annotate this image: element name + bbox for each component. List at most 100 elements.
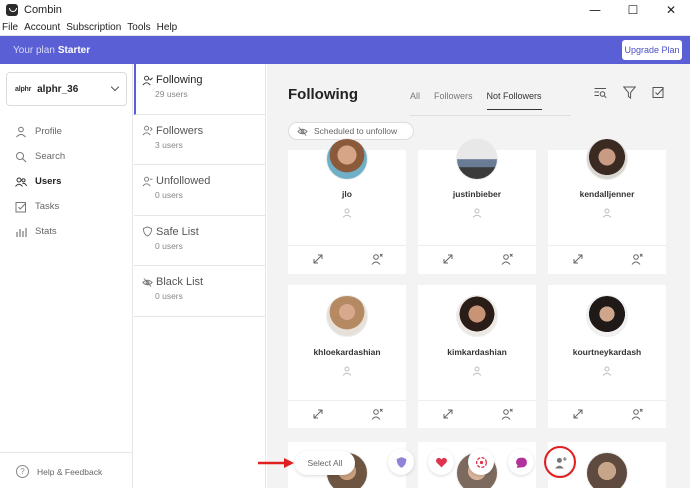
sidebar-item-profile[interactable]: Profile xyxy=(0,119,133,144)
menu-account[interactable]: Account xyxy=(21,22,63,33)
unfollow-button[interactable] xyxy=(477,246,536,272)
eye-off-icon xyxy=(297,126,308,136)
account-selector[interactable]: alphr alphr_36 xyxy=(6,72,127,106)
select-all-button[interactable]: Select All xyxy=(295,451,355,475)
category-count: 0 users xyxy=(155,190,183,200)
toolbar xyxy=(594,86,681,99)
tab-all[interactable]: All xyxy=(410,91,420,110)
sidebar-item-search[interactable]: Search xyxy=(0,144,133,169)
category-black-list[interactable]: Black List 0 users xyxy=(134,266,265,317)
user-card[interactable]: kendalljenner xyxy=(548,138,666,274)
safe-list-button[interactable] xyxy=(388,449,414,475)
arrow-annotation-icon xyxy=(258,458,294,468)
sidebar: alphr alphr_36 Profile Search Users Task… xyxy=(0,64,133,488)
unfollow-button[interactable] xyxy=(347,246,406,272)
plan-bar: Your plan Starter Upgrade Plan xyxy=(0,36,690,64)
sidebar-item-stats[interactable]: Stats xyxy=(0,219,133,244)
category-safe-list[interactable]: Safe List 0 users xyxy=(134,216,265,266)
user-card[interactable]: justinbieber xyxy=(418,138,536,274)
menu-subscription[interactable]: Subscription xyxy=(63,22,124,33)
sort-search-icon[interactable] xyxy=(594,86,607,99)
menu-tools[interactable]: Tools xyxy=(124,22,153,33)
plan-label: Your plan xyxy=(13,44,55,56)
username: kimkardashian xyxy=(447,347,507,357)
person-icon xyxy=(16,126,26,137)
category-followers[interactable]: Followers 3 users xyxy=(134,115,265,165)
unfollow-button[interactable] xyxy=(607,246,666,272)
plan-name: Starter xyxy=(57,44,91,56)
close-button[interactable]: ✕ xyxy=(652,0,690,20)
story-button[interactable] xyxy=(468,449,494,475)
avatar xyxy=(586,138,628,180)
app-logo-icon xyxy=(6,4,18,16)
expand-button[interactable] xyxy=(418,246,477,272)
expand-button[interactable] xyxy=(418,401,477,427)
expand-icon xyxy=(573,254,582,264)
category-following[interactable]: Following 29 users xyxy=(134,64,265,115)
maximize-button[interactable]: ☐ xyxy=(614,0,652,20)
user-card[interactable]: kourtneykardash xyxy=(548,285,666,428)
unfollowed-icon xyxy=(142,176,153,186)
category-panel: Following 29 users Followers 3 users Unf… xyxy=(134,64,266,488)
checkbox-icon[interactable] xyxy=(652,86,665,99)
user-remove-icon xyxy=(371,253,383,265)
user-card[interactable]: jlo xyxy=(288,138,406,274)
sidebar-item-tasks[interactable]: Tasks xyxy=(0,194,133,219)
tab-followers[interactable]: Followers xyxy=(434,91,473,110)
help-label: Help & Feedback xyxy=(37,466,103,477)
card-actions xyxy=(288,245,406,272)
category-title: Following xyxy=(156,74,203,86)
user-remove-icon xyxy=(501,408,513,420)
card-actions xyxy=(288,400,406,427)
user-card[interactable]: khloekardashian xyxy=(288,285,406,428)
username: kourtneykardash xyxy=(572,347,642,357)
expand-icon xyxy=(313,409,322,419)
expand-button[interactable] xyxy=(548,401,607,427)
menu-file[interactable]: File xyxy=(0,22,21,33)
minimize-button[interactable]: — xyxy=(576,0,614,20)
sidebar-item-label: Profile xyxy=(35,126,62,137)
category-unfollowed[interactable]: Unfollowed 0 users xyxy=(134,165,265,216)
category-title: Followers xyxy=(156,124,204,137)
menu-bar: File Account Subscription Tools Help xyxy=(0,20,690,36)
comment-button[interactable] xyxy=(508,449,534,475)
avatar xyxy=(326,138,368,180)
category-title: Black List xyxy=(156,276,204,288)
expand-button[interactable] xyxy=(288,246,347,272)
expand-icon xyxy=(443,254,452,264)
menu-help[interactable]: Help xyxy=(154,22,181,33)
users-icon xyxy=(15,177,27,187)
expand-button[interactable] xyxy=(288,401,347,427)
username: jlo xyxy=(342,189,352,199)
help-feedback-link[interactable]: ? Help & Feedback xyxy=(16,465,102,478)
unfollow-button[interactable] xyxy=(607,401,666,427)
like-button[interactable] xyxy=(428,449,454,475)
category-count: 3 users xyxy=(155,139,183,150)
expand-button[interactable] xyxy=(548,246,607,272)
sidebar-item-users[interactable]: Users xyxy=(0,169,133,194)
upgrade-plan-button[interactable]: Upgrade Plan xyxy=(622,40,682,60)
unfollow-button[interactable] xyxy=(477,401,536,427)
user-remove-icon xyxy=(631,408,643,420)
tab-not-followers[interactable]: Not Followers xyxy=(486,91,542,110)
person-icon xyxy=(342,208,352,218)
eye-off-icon xyxy=(142,277,153,287)
filter-tabs: All Followers Not Followers xyxy=(410,91,556,110)
avatar xyxy=(326,295,368,337)
sidebar-divider xyxy=(0,452,133,453)
expand-icon xyxy=(313,254,322,264)
scheduled-to-unfollow-chip[interactable]: Scheduled to unfollow xyxy=(288,122,414,140)
highlight-ring-annotation xyxy=(544,446,576,478)
followers-icon xyxy=(142,125,153,136)
sidebar-item-label: Users xyxy=(35,176,62,187)
username: justinbieber xyxy=(452,189,502,199)
filter-icon[interactable] xyxy=(623,86,636,99)
user-card[interactable]: kimkardashian xyxy=(418,285,536,428)
category-title: Safe List xyxy=(156,225,199,238)
unfollow-button[interactable] xyxy=(347,401,406,427)
page-title: Following xyxy=(288,86,358,103)
user-remove-icon xyxy=(371,408,383,420)
username: kendalljenner xyxy=(579,189,635,199)
person-icon xyxy=(342,366,352,376)
account-name: alphr_36 xyxy=(37,83,79,95)
